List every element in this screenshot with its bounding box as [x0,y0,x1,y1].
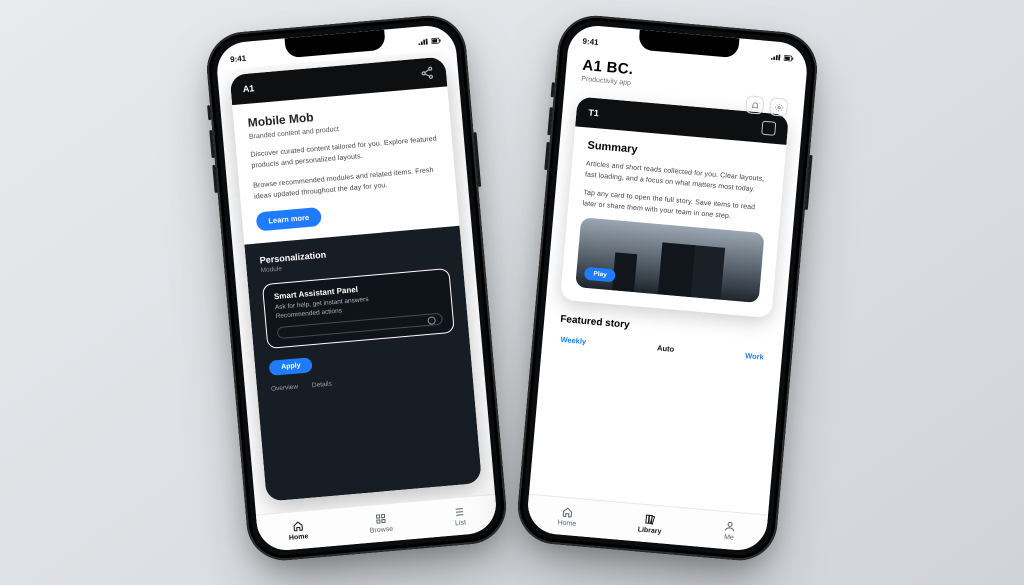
card-para-1: Discover curated content tailored for yo… [250,134,439,171]
overlay-card: A1 Mobile Mob Branded content and produc… [230,56,482,501]
mute-switch [551,82,555,97]
tab-library[interactable]: Library [637,512,662,535]
settings-button[interactable] [769,97,789,117]
status-time: 9:41 [582,36,599,46]
volume-up-button [209,129,214,157]
share-icon[interactable] [420,65,435,80]
battery-icon [431,36,442,45]
tab-home[interactable]: Home [557,505,577,528]
tab-home-label: Home [289,533,309,542]
list-icon [453,505,466,518]
power-button [805,154,813,209]
card-head-label: A1 [242,83,254,94]
bell-icon [750,100,760,110]
tab-home-label: Home [557,519,576,528]
volume-down-button [544,141,549,169]
status-indicators [771,53,795,63]
tab-library-label: Library [637,526,661,535]
mute-switch [207,105,211,120]
signal-icon [418,37,429,46]
signal-icon [771,53,782,62]
tab-browse[interactable]: Browse [368,511,393,534]
home-icon [291,519,304,532]
phone-mockup-left: 9:41 A1 Mobile Mob Branded content and p… [204,12,509,563]
tab-list-label: List [455,519,466,527]
article-card-body: Summary Articles and short reads collect… [560,126,786,318]
dark-link-details[interactable]: Details [312,380,332,389]
status-time: 9:41 [230,53,247,63]
segment-weekly[interactable]: Weekly [560,334,586,345]
card-para-2: Browse recommended modules and related i… [253,165,442,202]
content-area: A1 BC. Productivity app T1 Summary Ar [529,49,807,514]
tab-profile-label: Me [724,533,734,541]
user-icon [723,519,736,532]
library-icon [644,512,657,525]
segment-work[interactable]: Work [745,351,764,362]
gear-icon [774,102,784,112]
media-thumbnail[interactable]: Play [575,217,764,303]
tab-profile[interactable]: Me [723,519,737,541]
battery-icon [784,54,795,63]
segment-auto[interactable]: Auto [657,343,675,353]
volume-down-button [212,164,217,192]
content-area: A1 Mobile Mob Branded content and produc… [217,49,495,514]
card-body: Mobile Mob Branded content and product D… [232,86,459,244]
tab-list[interactable]: List [453,505,467,527]
home-icon [561,505,574,518]
power-button [473,131,481,186]
card-dark-section: Personalization Module Smart Assistant P… [244,225,482,501]
apply-button[interactable]: Apply [269,357,314,376]
screen-left: 9:41 A1 Mobile Mob Branded content and p… [215,23,499,552]
media-row: Play [575,217,764,303]
expand-icon[interactable] [761,120,776,135]
article-card-head-label: T1 [588,107,599,118]
header-actions [745,95,788,117]
screen-right: 9:41 A1 BC. Productivity app [526,23,810,552]
play-chip[interactable]: Play [584,266,616,282]
notification-button[interactable] [745,95,765,115]
volume-up-button [547,107,552,135]
article-card[interactable]: T1 Summary Articles and short reads coll… [560,96,789,318]
grid-icon [374,512,387,525]
phone-mockup-right: 9:41 A1 BC. Productivity app [515,12,820,563]
status-indicators [418,36,442,46]
tab-home[interactable]: Home [287,519,308,542]
tab-browse-label: Browse [370,525,394,534]
dark-link-overview[interactable]: Overview [271,383,299,392]
highlight-box[interactable]: Smart Assistant Panel Ask for help, get … [262,267,455,348]
learn-more-button[interactable]: Learn more [256,206,322,231]
